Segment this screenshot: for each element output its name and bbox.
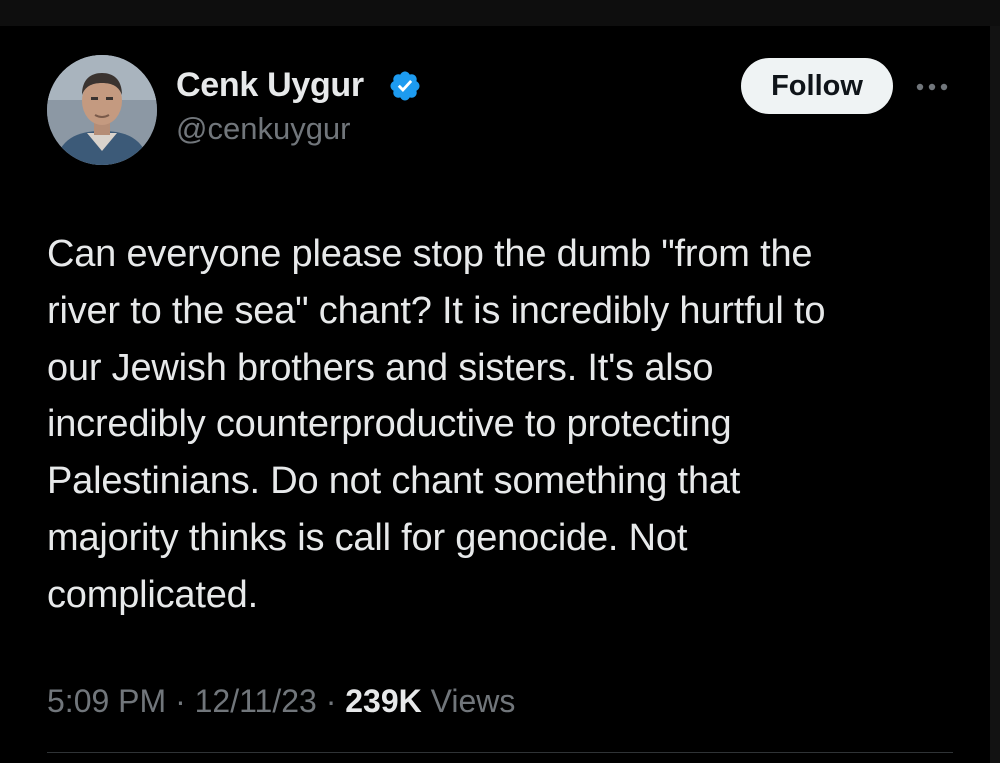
avatar[interactable] [47, 55, 157, 165]
tweet-date[interactable]: 12/11/23 [195, 683, 317, 719]
meta-separator: · [325, 683, 337, 719]
more-horizontal-icon[interactable] [912, 70, 952, 104]
top-strip [0, 0, 1000, 26]
verified-badge-icon [388, 69, 422, 103]
author-name[interactable]: Cenk Uygur [176, 66, 364, 105]
meta-separator: · [175, 683, 186, 719]
author-handle[interactable]: @cenkuygur [176, 111, 351, 147]
tweet-text: Can everyone please stop the dumb "from … [47, 233, 826, 616]
tweet-time[interactable]: 5:09 PM [47, 683, 166, 719]
divider [47, 752, 953, 753]
tweet-meta: 5:09 PM · 12/11/23 · 239K Views [47, 683, 515, 720]
views-count: 239K [345, 683, 422, 719]
right-edge [990, 26, 1000, 763]
follow-button[interactable]: Follow [741, 58, 893, 114]
views-label: Views [430, 683, 516, 719]
